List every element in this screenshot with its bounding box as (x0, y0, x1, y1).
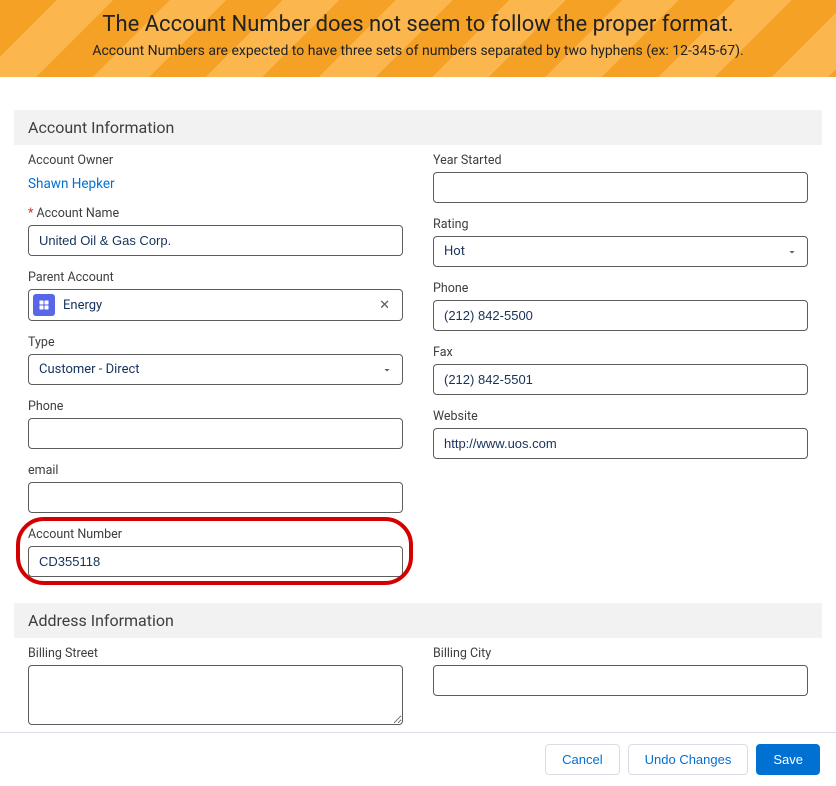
banner-title: The Account Number does not seem to foll… (20, 12, 816, 37)
year-started-input[interactable] (433, 172, 808, 203)
label-rating: Rating (433, 217, 808, 232)
type-select[interactable]: Customer - Direct (28, 354, 403, 385)
banner-subtitle: Account Numbers are expected to have thr… (20, 43, 816, 59)
parent-account-lookup[interactable]: Energy ✕ (28, 289, 403, 321)
parent-account-value: Energy (63, 298, 367, 313)
label-billing-street: Billing Street (28, 646, 403, 661)
form-scroll-area[interactable]: Account Information Account Owner Shawn … (0, 98, 836, 730)
warning-banner: The Account Number does not seem to foll… (0, 0, 836, 77)
section-address-info: Address Information (14, 603, 822, 638)
phone-left-input[interactable] (28, 418, 403, 449)
label-website: Website (433, 409, 808, 424)
email-input[interactable] (28, 482, 403, 513)
label-parent-account: Parent Account (28, 270, 403, 285)
label-phone-right: Phone (433, 281, 808, 296)
account-icon (33, 294, 55, 316)
save-button[interactable]: Save (756, 744, 820, 775)
account-owner-link[interactable]: Shawn Hepker (28, 176, 115, 192)
label-phone-left: Phone (28, 399, 403, 414)
label-account-number: Account Number (28, 527, 403, 542)
account-name-input[interactable] (28, 225, 403, 256)
cancel-button[interactable]: Cancel (545, 744, 619, 775)
undo-changes-button[interactable]: Undo Changes (628, 744, 749, 775)
label-account-owner: Account Owner (28, 153, 403, 168)
account-number-input[interactable] (28, 546, 403, 577)
label-account-name: Account Name (28, 206, 403, 221)
website-input[interactable] (433, 428, 808, 459)
label-type: Type (28, 335, 403, 350)
label-email: email (28, 463, 403, 478)
fax-input[interactable] (433, 364, 808, 395)
clear-icon[interactable]: ✕ (375, 296, 394, 315)
label-fax: Fax (433, 345, 808, 360)
label-year-started: Year Started (433, 153, 808, 168)
label-billing-city: Billing City (433, 646, 808, 661)
rating-select[interactable]: Hot (433, 236, 808, 267)
billing-street-input[interactable] (28, 665, 403, 725)
billing-city-input[interactable] (433, 665, 808, 696)
footer-bar: Cancel Undo Changes Save (0, 732, 836, 786)
phone-right-input[interactable] (433, 300, 808, 331)
section-account-info: Account Information (14, 110, 822, 145)
